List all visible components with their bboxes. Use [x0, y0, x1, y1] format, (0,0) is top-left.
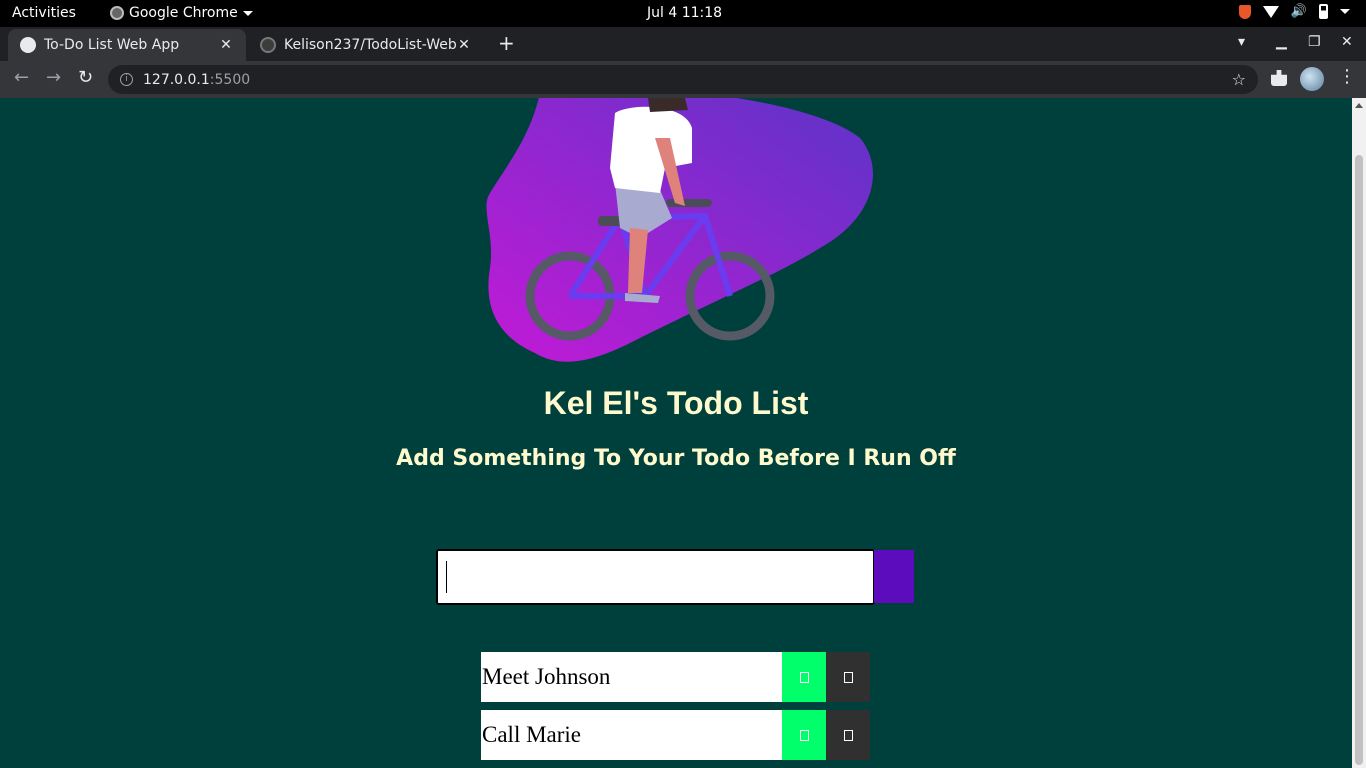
kebab-menu-icon[interactable]: ⋮ [1338, 68, 1356, 86]
delete-button[interactable] [826, 652, 870, 702]
clock[interactable]: Jul 4 11:18 [647, 5, 722, 21]
minimize-button[interactable]: ▁ [1276, 34, 1287, 50]
add-todo-button[interactable] [874, 550, 914, 603]
chevron-down-icon [242, 10, 253, 16]
back-arrow-icon[interactable]: ← [14, 69, 29, 87]
reload-icon[interactable]: ↻ [78, 69, 93, 87]
volume-icon: 🔊 [1290, 4, 1307, 19]
tab-title: Kelison237/TodoList-Web [284, 37, 456, 53]
page-scrollbar[interactable] [1352, 98, 1366, 768]
scroll-up-arrow-icon[interactable] [1355, 103, 1363, 108]
text-cursor [446, 561, 447, 593]
globe-icon [20, 37, 36, 53]
address-bar[interactable]: i 127.0.0.1:5500 ☆ [108, 65, 1258, 94]
todo-input[interactable] [436, 549, 875, 605]
new-tab-button[interactable]: + [498, 33, 515, 53]
url-host: 127.0.0.1 [143, 71, 210, 88]
activities-button[interactable]: Activities [12, 5, 76, 21]
tab-strip: To-Do List Web App ✕ Kelison237/TodoList… [0, 27, 1366, 61]
page-viewport: Kel El's Todo List Add Something To Your… [0, 98, 1352, 768]
wifi-icon [1262, 5, 1279, 18]
check-icon [799, 729, 809, 741]
bookmark-star-icon[interactable]: ☆ [1232, 70, 1246, 89]
chrome-icon [110, 6, 124, 20]
tab-github-repo[interactable]: Kelison237/TodoList-Web ✕ [248, 29, 484, 61]
close-tab-icon[interactable]: ✕ [218, 37, 234, 53]
github-icon [260, 37, 276, 53]
system-menu-chevron-icon[interactable] [1340, 9, 1350, 14]
browser-toolbar: ← → ↻ i 127.0.0.1:5500 ☆ ⋮ [0, 61, 1366, 98]
todo-form [436, 549, 914, 605]
delete-button[interactable] [826, 710, 870, 760]
tab-search-icon[interactable]: ▾ [1238, 34, 1245, 50]
extensions-puzzle-icon[interactable] [1271, 70, 1287, 86]
tab-title: To-Do List Web App [44, 37, 180, 53]
todo-text: Call Marie [481, 710, 782, 760]
app-menu[interactable]: Google Chrome [110, 5, 253, 21]
close-tab-icon[interactable]: ✕ [456, 37, 472, 53]
close-window-button[interactable]: ✕ [1341, 34, 1353, 50]
page-subtitle: Add Something To Your Todo Before I Run … [396, 446, 956, 471]
profile-avatar[interactable] [1300, 67, 1324, 91]
forward-arrow-icon[interactable]: → [46, 69, 61, 87]
security-shield-icon[interactable] [1238, 4, 1251, 19]
tab-todo-app[interactable]: To-Do List Web App ✕ [8, 29, 246, 61]
trash-icon [843, 671, 853, 683]
todo-item: Meet Johnson [481, 652, 870, 702]
complete-button[interactable] [782, 710, 826, 760]
maximize-button[interactable]: ❐ [1308, 34, 1321, 50]
trash-icon [843, 729, 853, 741]
todo-list: Meet Johnson Call Marie [481, 652, 870, 768]
battery-icon [1319, 4, 1328, 19]
page-title: Kel El's Todo List [543, 385, 809, 421]
complete-button[interactable] [782, 652, 826, 702]
system-tray[interactable]: 🔊 [1238, 4, 1350, 19]
hero-illustration [486, 98, 873, 362]
url-port: :5500 [209, 71, 251, 88]
site-info-icon[interactable]: i [120, 73, 133, 86]
check-icon [799, 671, 809, 683]
system-top-bar: Activities Google Chrome Jul 4 11:18 🔊 [0, 0, 1366, 27]
todo-text: Meet Johnson [481, 652, 782, 702]
todo-item: Call Marie [481, 710, 870, 760]
scrollbar-thumb[interactable] [1355, 155, 1363, 765]
app-menu-label: Google Chrome [129, 5, 238, 21]
